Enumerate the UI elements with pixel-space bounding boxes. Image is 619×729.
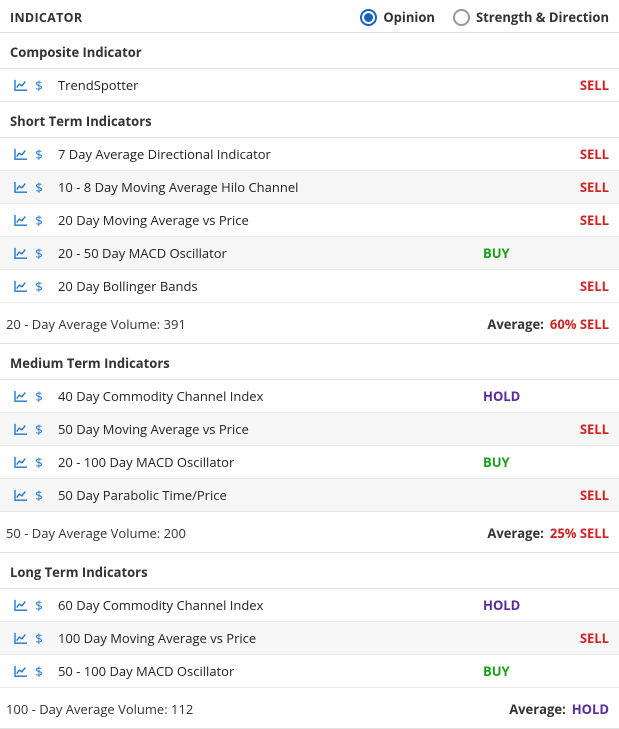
average-volume-text: 100 - Day Average Volume: 112 — [6, 700, 193, 718]
indicator-signal: SELL — [559, 629, 609, 647]
indicator-row: $ TrendSpotter SELL — [0, 69, 619, 102]
chart-icon[interactable] — [12, 148, 30, 160]
average-label: Average: — [487, 315, 544, 333]
indicator-name[interactable]: TrendSpotter — [58, 76, 138, 94]
average-value: HOLD — [572, 700, 609, 718]
dollar-icon[interactable]: $ — [30, 277, 48, 295]
view-option-strength[interactable]: Strength & Direction — [453, 8, 609, 26]
chart-icon[interactable] — [12, 181, 30, 193]
indicator-row: $60 Day Commodity Channel Index HOLD — [0, 589, 619, 622]
indicator-name[interactable]: 50 Day Parabolic Time/Price — [58, 486, 227, 504]
indicator-name[interactable]: 20 - 50 Day MACD Oscillator — [58, 244, 227, 262]
indicator-row: $20 Day Moving Average vs Price SELL — [0, 204, 619, 237]
indicator-name[interactable]: 100 Day Moving Average vs Price — [58, 629, 256, 647]
indicator-signal: HOLD — [479, 387, 559, 405]
indicator-signal: SELL — [559, 145, 609, 163]
section-summary: 50 - Day Average Volume: 200 Average: 25% … — [0, 512, 619, 553]
indicator-row: $20 - 100 Day MACD Oscillator BUY — [0, 446, 619, 479]
indicator-signal: SELL — [559, 420, 609, 438]
chart-icon[interactable] — [12, 247, 30, 259]
section-header: Short Term Indicators — [0, 102, 619, 138]
indicator-row: $100 Day Moving Average vs Price SELL — [0, 622, 619, 655]
indicator-name[interactable]: 50 - 100 Day MACD Oscillator — [58, 662, 234, 680]
section-header: Medium Term Indicators — [0, 344, 619, 380]
indicator-name[interactable]: 10 - 8 Day Moving Average Hilo Channel — [58, 178, 298, 196]
section-summary: 20 - Day Average Volume: 391 Average: 60% … — [0, 303, 619, 344]
chart-icon[interactable] — [12, 599, 30, 611]
indicator-row: $10 - 8 Day Moving Average Hilo Channel S… — [0, 171, 619, 204]
indicator-name[interactable]: 50 Day Moving Average vs Price — [58, 420, 249, 438]
average-label: Average: — [509, 700, 566, 718]
indicator-row: $40 Day Commodity Channel Index HOLD — [0, 380, 619, 413]
dollar-icon[interactable]: $ — [30, 629, 48, 647]
chart-icon[interactable] — [12, 632, 30, 644]
indicator-row: $20 - 50 Day MACD Oscillator BUY — [0, 237, 619, 270]
average-value: 60% SELL — [550, 315, 609, 333]
radio-unselected-icon — [453, 9, 470, 26]
indicator-signal: BUY — [479, 244, 559, 262]
indicator-signal: SELL — [559, 486, 609, 504]
indicator-row: $20 Day Bollinger Bands SELL — [0, 270, 619, 303]
dollar-icon[interactable]: $ — [30, 596, 48, 614]
chart-icon[interactable] — [12, 390, 30, 402]
indicator-signal: BUY — [479, 662, 559, 680]
dollar-icon[interactable]: $ — [30, 453, 48, 471]
dollar-icon[interactable]: $ — [30, 486, 48, 504]
header-title: INDICATOR — [10, 9, 82, 26]
dollar-icon[interactable]: $ — [30, 211, 48, 229]
chart-icon[interactable] — [12, 423, 30, 435]
dollar-icon[interactable]: $ — [30, 76, 48, 94]
average-volume-text: 20 - Day Average Volume: 391 — [6, 315, 186, 333]
indicator-signal: HOLD — [479, 596, 559, 614]
indicator-row: $50 Day Parabolic Time/Price SELL — [0, 479, 619, 512]
indicator-signal: BUY — [479, 453, 559, 471]
chart-icon[interactable] — [12, 280, 30, 292]
average-label: Average: — [487, 524, 544, 542]
indicator-name[interactable]: 40 Day Commodity Channel Index — [58, 387, 263, 405]
indicator-signal: SELL — [559, 76, 609, 94]
indicator-panel: INDICATOR Opinion Strength & Direction C… — [0, 0, 619, 729]
section-summary: 100 - Day Average Volume: 112 Average: HOL… — [0, 688, 619, 729]
section-header: Composite Indicator — [0, 33, 619, 69]
dollar-icon[interactable]: $ — [30, 420, 48, 438]
chart-icon[interactable] — [12, 456, 30, 468]
view-option-strength-label: Strength & Direction — [476, 8, 609, 26]
chart-icon[interactable] — [12, 214, 30, 226]
average-value: 25% SELL — [550, 524, 609, 542]
dollar-icon[interactable]: $ — [30, 178, 48, 196]
dollar-icon[interactable]: $ — [30, 145, 48, 163]
indicator-row: $7 Day Average Directional Indicator SELL — [0, 138, 619, 171]
section-header: Long Term Indicators — [0, 553, 619, 589]
dollar-icon[interactable]: $ — [30, 244, 48, 262]
header-bar: INDICATOR Opinion Strength & Direction — [0, 0, 619, 33]
indicator-name[interactable]: 20 Day Moving Average vs Price — [58, 211, 249, 229]
indicator-name[interactable]: 7 Day Average Directional Indicator — [58, 145, 271, 163]
indicator-signal: SELL — [559, 277, 609, 295]
chart-icon[interactable] — [12, 489, 30, 501]
indicator-row: $50 Day Moving Average vs Price SELL — [0, 413, 619, 446]
indicator-name[interactable]: 20 - 100 Day MACD Oscillator — [58, 453, 234, 471]
view-option-opinion-label: Opinion — [383, 8, 435, 26]
chart-icon[interactable] — [12, 79, 30, 91]
dollar-icon[interactable]: $ — [30, 662, 48, 680]
dollar-icon[interactable]: $ — [30, 387, 48, 405]
indicator-row: $50 - 100 Day MACD Oscillator BUY — [0, 655, 619, 688]
indicator-name[interactable]: 60 Day Commodity Channel Index — [58, 596, 263, 614]
radio-selected-icon — [360, 9, 377, 26]
view-option-opinion[interactable]: Opinion — [360, 8, 435, 26]
indicator-signal: SELL — [559, 178, 609, 196]
average-volume-text: 50 - Day Average Volume: 200 — [6, 524, 186, 542]
indicator-name[interactable]: 20 Day Bollinger Bands — [58, 277, 198, 295]
indicator-signal: SELL — [559, 211, 609, 229]
chart-icon[interactable] — [12, 665, 30, 677]
